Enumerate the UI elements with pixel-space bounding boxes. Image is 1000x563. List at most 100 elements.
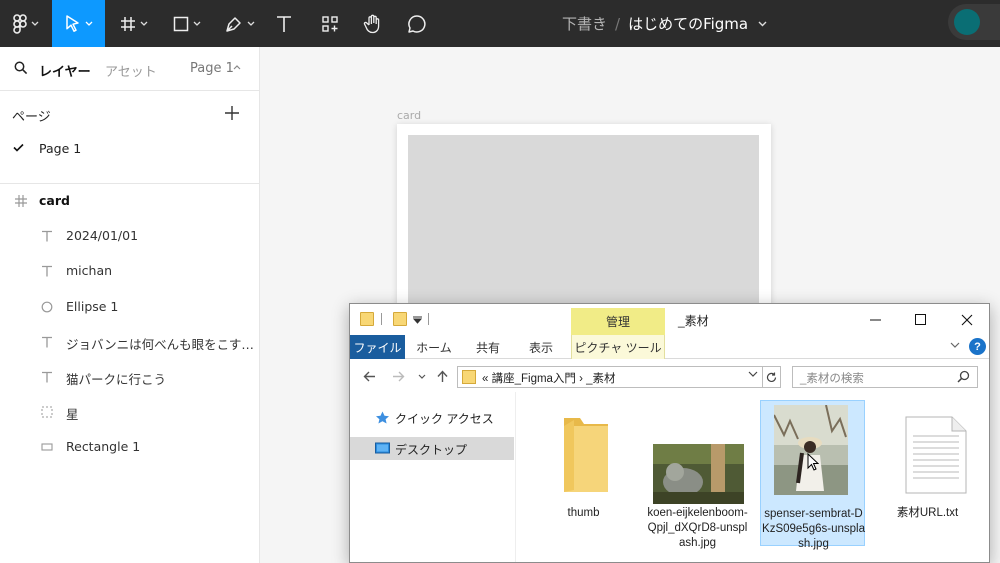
chevron-down-icon (193, 21, 201, 26)
file-item-image-selected[interactable]: spenser-sembrat-DKzS09e5g6s-unsplash.jpg (760, 400, 865, 550)
tab-home[interactable]: ホーム (412, 335, 456, 359)
nav-item-quick-access[interactable]: クイック アクセス (350, 406, 514, 429)
refresh-button[interactable] (763, 366, 781, 388)
search-placeholder: _素材の検索 (800, 373, 864, 385)
recent-locations-button[interactable] (414, 368, 430, 384)
address-path[interactable]: « 講座_Figma入門 › _素材 (482, 370, 616, 386)
tab-assets[interactable]: アセット (105, 61, 157, 80)
multiplayer-area (948, 4, 1000, 40)
tab-layers[interactable]: レイヤー (39, 61, 91, 80)
layer-row-text[interactable]: 猫パークに行こう (0, 361, 259, 393)
hand-tool-button[interactable] (356, 0, 390, 47)
layer-row-section[interactable]: 星 (0, 396, 259, 428)
pen-tool-button[interactable] (216, 0, 264, 47)
address-bar[interactable]: « 講座_Figma入門 › _素材 (457, 366, 763, 388)
layer-name: ジョバンニは何べんも眼をこす… (66, 337, 254, 352)
file-explorer-window: 管理 _素材 ファイル ホーム 共有 表示 ピクチャ ツール ? « 講座_Fi… (349, 303, 990, 563)
search-input[interactable]: _素材の検索 (792, 366, 978, 388)
layer-row-text[interactable]: michan (0, 255, 259, 287)
text-icon (40, 335, 54, 349)
tab-file[interactable]: ファイル (350, 335, 405, 359)
file-name: koen-eijkelenboom-Qpjl_dXQrD8-unsplash.j… (647, 507, 748, 549)
panel-divider (0, 183, 259, 184)
arrow-left-icon (363, 371, 375, 381)
desktop-icon (375, 442, 390, 454)
card-image-rectangle[interactable] (408, 135, 759, 315)
tab-manage[interactable]: 管理 (571, 308, 665, 335)
chevron-up-icon[interactable] (233, 65, 241, 70)
move-tool-button[interactable] (52, 0, 105, 47)
layer-row-text[interactable]: 2024/01/01 (0, 220, 259, 252)
page-selector[interactable]: Page 1 (190, 61, 234, 76)
add-page-button[interactable] (223, 104, 241, 122)
file-list: thumb koen-eijkelenboom-Qpjl_dXQrD8-unsp… (517, 392, 989, 562)
up-button[interactable] (434, 368, 450, 384)
close-button[interactable] (944, 304, 989, 335)
card-frame[interactable] (397, 124, 771, 315)
panel-tabs: レイヤー アセット Page 1 (0, 47, 259, 91)
comment-tool-button[interactable] (400, 0, 434, 47)
page-item[interactable]: Page 1 (0, 135, 259, 163)
file-name[interactable]: はじめてのFigma (628, 13, 748, 34)
avatar[interactable] (954, 9, 980, 35)
navigation-pane: クイック アクセス デスクトップ (350, 392, 516, 562)
customize-quick-access-icon[interactable] (413, 316, 422, 324)
chevron-down-icon (85, 21, 92, 26)
help-icon[interactable]: ? (969, 338, 986, 355)
maximize-button[interactable] (898, 304, 943, 335)
chevron-down-icon[interactable] (748, 371, 758, 377)
components-icon (322, 15, 338, 32)
frame-tool-button[interactable] (110, 0, 158, 47)
expand-ribbon-icon[interactable] (950, 342, 960, 348)
text-icon (40, 370, 54, 384)
layers-panel: レイヤー アセット Page 1 ページ Page 1 card 2024/01… (0, 47, 260, 563)
main-menu-button[interactable] (0, 0, 52, 47)
frame-label[interactable]: card (397, 109, 421, 122)
layer-row-rectangle[interactable]: Rectangle 1 (0, 431, 259, 463)
chevron-down-icon[interactable] (758, 21, 767, 27)
nav-item-desktop[interactable]: デスクトップ (350, 437, 514, 460)
tab-picture-tools[interactable]: ピクチャ ツール (571, 335, 665, 359)
explorer-titlebar[interactable]: 管理 _素材 (350, 304, 989, 335)
toolbar-separator (381, 313, 382, 325)
text-icon (40, 264, 54, 278)
chevron-down-icon (247, 21, 255, 26)
title-separator: / (615, 14, 621, 33)
text-tool-button[interactable] (268, 0, 300, 47)
layer-name: 猫パークに行こう (66, 372, 167, 387)
new-folder-icon[interactable] (393, 312, 407, 326)
rectangle-icon (40, 440, 54, 454)
back-button[interactable] (361, 368, 377, 384)
tab-view[interactable]: 表示 (520, 335, 562, 359)
folder-icon (564, 418, 608, 492)
maximize-icon (915, 314, 926, 325)
minimize-button[interactable] (853, 304, 898, 335)
draft-label[interactable]: 下書き (562, 13, 607, 34)
nav-item-label: デスクトップ (395, 443, 468, 457)
forward-button[interactable] (390, 368, 406, 384)
layer-row-text[interactable]: ジョバンニは何べんも眼をこす… (0, 326, 259, 358)
file-item-folder[interactable]: thumb (531, 400, 636, 546)
address-row: « 講座_Figma入門 › _素材 _素材の検索 (350, 360, 989, 392)
layer-name: 星 (66, 407, 79, 422)
file-item-text[interactable]: 素材URL.txt (875, 400, 980, 546)
ribbon-tabs: ファイル ホーム 共有 表示 ピクチャ ツール ? (350, 335, 989, 359)
layer-name: Rectangle 1 (66, 439, 141, 454)
layer-row-card[interactable]: card (0, 185, 259, 217)
file-title[interactable]: 下書き / はじめてのFigma (562, 0, 767, 47)
minimize-icon (870, 319, 881, 320)
frame-icon (121, 16, 135, 31)
search-icon (957, 370, 970, 383)
shape-tool-button[interactable] (163, 0, 211, 47)
layer-row-ellipse[interactable]: Ellipse 1 (0, 291, 259, 323)
file-item-image[interactable]: koen-eijkelenboom-Qpjl_dXQrD8-unsplash.j… (645, 400, 750, 549)
page-name: Page 1 (39, 141, 82, 156)
layer-name: 2024/01/01 (66, 228, 139, 243)
toolbar-separator (428, 313, 429, 325)
resources-button[interactable] (314, 0, 346, 47)
arrow-right-icon (392, 371, 404, 381)
file-name: thumb (567, 507, 600, 519)
comment-icon (408, 14, 426, 33)
tab-share[interactable]: 共有 (468, 335, 508, 359)
search-icon[interactable] (14, 61, 28, 75)
